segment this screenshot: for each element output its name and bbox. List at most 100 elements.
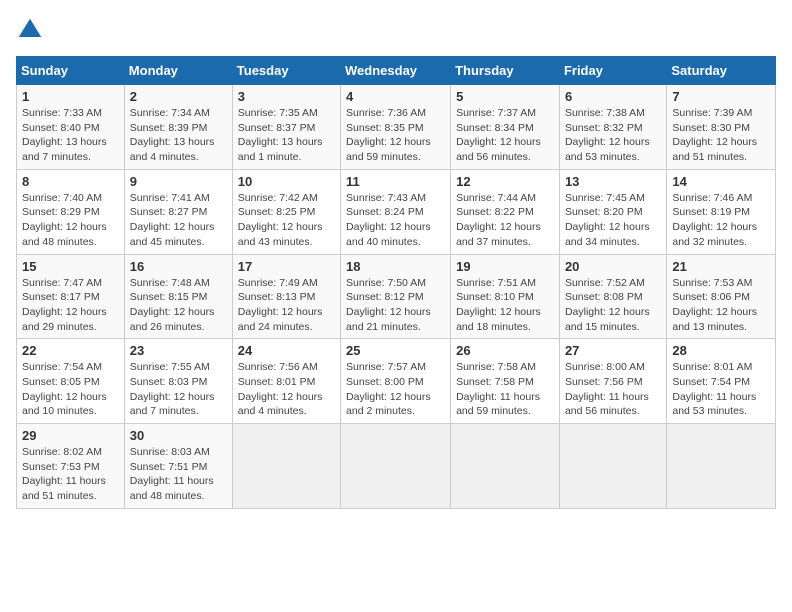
day-number: 1 xyxy=(22,89,119,104)
day-number: 17 xyxy=(238,259,335,274)
calendar-cell: 4 Sunrise: 7:36 AMSunset: 8:35 PMDayligh… xyxy=(341,85,451,170)
calendar-cell: 16 Sunrise: 7:48 AMSunset: 8:15 PMDaylig… xyxy=(124,254,232,339)
dow-header-sunday: Sunday xyxy=(17,57,125,85)
day-info: Sunrise: 7:34 AMSunset: 8:39 PMDaylight:… xyxy=(130,107,215,163)
calendar-cell xyxy=(559,424,666,509)
day-number: 29 xyxy=(22,428,119,443)
calendar-cell: 28 Sunrise: 8:01 AMSunset: 7:54 PMDaylig… xyxy=(667,339,776,424)
day-number: 5 xyxy=(456,89,554,104)
day-info: Sunrise: 8:03 AMSunset: 7:51 PMDaylight:… xyxy=(130,446,214,502)
calendar-cell: 3 Sunrise: 7:35 AMSunset: 8:37 PMDayligh… xyxy=(232,85,340,170)
day-number: 12 xyxy=(456,174,554,189)
calendar-cell: 21 Sunrise: 7:53 AMSunset: 8:06 PMDaylig… xyxy=(667,254,776,339)
calendar-cell: 14 Sunrise: 7:46 AMSunset: 8:19 PMDaylig… xyxy=(667,169,776,254)
day-number: 6 xyxy=(565,89,661,104)
day-number: 2 xyxy=(130,89,227,104)
day-info: Sunrise: 7:55 AMSunset: 8:03 PMDaylight:… xyxy=(130,361,215,417)
day-number: 13 xyxy=(565,174,661,189)
day-number: 16 xyxy=(130,259,227,274)
calendar-cell: 2 Sunrise: 7:34 AMSunset: 8:39 PMDayligh… xyxy=(124,85,232,170)
day-info: Sunrise: 7:41 AMSunset: 8:27 PMDaylight:… xyxy=(130,192,215,248)
day-number: 25 xyxy=(346,343,445,358)
calendar-body: 1 Sunrise: 7:33 AMSunset: 8:40 PMDayligh… xyxy=(17,85,776,509)
day-info: Sunrise: 7:35 AMSunset: 8:37 PMDaylight:… xyxy=(238,107,323,163)
calendar-cell: 27 Sunrise: 8:00 AMSunset: 7:56 PMDaylig… xyxy=(559,339,666,424)
calendar-cell xyxy=(341,424,451,509)
day-info: Sunrise: 8:00 AMSunset: 7:56 PMDaylight:… xyxy=(565,361,649,417)
calendar-cell: 26 Sunrise: 7:58 AMSunset: 7:58 PMDaylig… xyxy=(451,339,560,424)
calendar-cell: 9 Sunrise: 7:41 AMSunset: 8:27 PMDayligh… xyxy=(124,169,232,254)
day-number: 19 xyxy=(456,259,554,274)
calendar-cell: 29 Sunrise: 8:02 AMSunset: 7:53 PMDaylig… xyxy=(17,424,125,509)
calendar-cell: 8 Sunrise: 7:40 AMSunset: 8:29 PMDayligh… xyxy=(17,169,125,254)
day-info: Sunrise: 7:36 AMSunset: 8:35 PMDaylight:… xyxy=(346,107,431,163)
day-info: Sunrise: 7:53 AMSunset: 8:06 PMDaylight:… xyxy=(672,277,757,333)
calendar-cell: 22 Sunrise: 7:54 AMSunset: 8:05 PMDaylig… xyxy=(17,339,125,424)
week-row-2: 8 Sunrise: 7:40 AMSunset: 8:29 PMDayligh… xyxy=(17,169,776,254)
calendar-cell: 23 Sunrise: 7:55 AMSunset: 8:03 PMDaylig… xyxy=(124,339,232,424)
dow-header-monday: Monday xyxy=(124,57,232,85)
day-info: Sunrise: 7:40 AMSunset: 8:29 PMDaylight:… xyxy=(22,192,107,248)
day-number: 9 xyxy=(130,174,227,189)
day-number: 4 xyxy=(346,89,445,104)
day-number: 26 xyxy=(456,343,554,358)
day-number: 24 xyxy=(238,343,335,358)
calendar-cell: 30 Sunrise: 8:03 AMSunset: 7:51 PMDaylig… xyxy=(124,424,232,509)
day-info: Sunrise: 7:58 AMSunset: 7:58 PMDaylight:… xyxy=(456,361,540,417)
week-row-3: 15 Sunrise: 7:47 AMSunset: 8:17 PMDaylig… xyxy=(17,254,776,339)
day-info: Sunrise: 7:37 AMSunset: 8:34 PMDaylight:… xyxy=(456,107,541,163)
week-row-1: 1 Sunrise: 7:33 AMSunset: 8:40 PMDayligh… xyxy=(17,85,776,170)
calendar-cell: 7 Sunrise: 7:39 AMSunset: 8:30 PMDayligh… xyxy=(667,85,776,170)
dow-header-wednesday: Wednesday xyxy=(341,57,451,85)
calendar-cell: 5 Sunrise: 7:37 AMSunset: 8:34 PMDayligh… xyxy=(451,85,560,170)
day-info: Sunrise: 7:49 AMSunset: 8:13 PMDaylight:… xyxy=(238,277,323,333)
day-number: 21 xyxy=(672,259,770,274)
calendar-cell xyxy=(451,424,560,509)
day-info: Sunrise: 7:46 AMSunset: 8:19 PMDaylight:… xyxy=(672,192,757,248)
day-info: Sunrise: 7:57 AMSunset: 8:00 PMDaylight:… xyxy=(346,361,431,417)
day-number: 14 xyxy=(672,174,770,189)
day-number: 3 xyxy=(238,89,335,104)
calendar-cell: 24 Sunrise: 7:56 AMSunset: 8:01 PMDaylig… xyxy=(232,339,340,424)
day-number: 20 xyxy=(565,259,661,274)
logo xyxy=(16,16,48,44)
day-of-week-row: SundayMondayTuesdayWednesdayThursdayFrid… xyxy=(17,57,776,85)
day-number: 7 xyxy=(672,89,770,104)
day-info: Sunrise: 8:01 AMSunset: 7:54 PMDaylight:… xyxy=(672,361,756,417)
day-number: 22 xyxy=(22,343,119,358)
day-number: 18 xyxy=(346,259,445,274)
day-info: Sunrise: 7:56 AMSunset: 8:01 PMDaylight:… xyxy=(238,361,323,417)
day-info: Sunrise: 7:39 AMSunset: 8:30 PMDaylight:… xyxy=(672,107,757,163)
dow-header-thursday: Thursday xyxy=(451,57,560,85)
day-number: 28 xyxy=(672,343,770,358)
day-number: 27 xyxy=(565,343,661,358)
calendar-cell: 11 Sunrise: 7:43 AMSunset: 8:24 PMDaylig… xyxy=(341,169,451,254)
day-info: Sunrise: 7:50 AMSunset: 8:12 PMDaylight:… xyxy=(346,277,431,333)
page-header xyxy=(16,16,776,44)
day-info: Sunrise: 7:48 AMSunset: 8:15 PMDaylight:… xyxy=(130,277,215,333)
week-row-5: 29 Sunrise: 8:02 AMSunset: 7:53 PMDaylig… xyxy=(17,424,776,509)
calendar-cell: 19 Sunrise: 7:51 AMSunset: 8:10 PMDaylig… xyxy=(451,254,560,339)
day-number: 10 xyxy=(238,174,335,189)
calendar-cell: 13 Sunrise: 7:45 AMSunset: 8:20 PMDaylig… xyxy=(559,169,666,254)
day-info: Sunrise: 7:54 AMSunset: 8:05 PMDaylight:… xyxy=(22,361,107,417)
calendar-cell: 25 Sunrise: 7:57 AMSunset: 8:00 PMDaylig… xyxy=(341,339,451,424)
day-info: Sunrise: 7:44 AMSunset: 8:22 PMDaylight:… xyxy=(456,192,541,248)
day-number: 8 xyxy=(22,174,119,189)
calendar-cell: 6 Sunrise: 7:38 AMSunset: 8:32 PMDayligh… xyxy=(559,85,666,170)
calendar-cell: 12 Sunrise: 7:44 AMSunset: 8:22 PMDaylig… xyxy=(451,169,560,254)
calendar-cell: 1 Sunrise: 7:33 AMSunset: 8:40 PMDayligh… xyxy=(17,85,125,170)
calendar-cell xyxy=(232,424,340,509)
day-info: Sunrise: 7:45 AMSunset: 8:20 PMDaylight:… xyxy=(565,192,650,248)
day-info: Sunrise: 7:47 AMSunset: 8:17 PMDaylight:… xyxy=(22,277,107,333)
calendar-cell: 18 Sunrise: 7:50 AMSunset: 8:12 PMDaylig… xyxy=(341,254,451,339)
day-info: Sunrise: 7:38 AMSunset: 8:32 PMDaylight:… xyxy=(565,107,650,163)
calendar-cell xyxy=(667,424,776,509)
day-info: Sunrise: 7:33 AMSunset: 8:40 PMDaylight:… xyxy=(22,107,107,163)
dow-header-saturday: Saturday xyxy=(667,57,776,85)
day-info: Sunrise: 7:42 AMSunset: 8:25 PMDaylight:… xyxy=(238,192,323,248)
calendar-cell: 15 Sunrise: 7:47 AMSunset: 8:17 PMDaylig… xyxy=(17,254,125,339)
day-info: Sunrise: 7:51 AMSunset: 8:10 PMDaylight:… xyxy=(456,277,541,333)
day-number: 30 xyxy=(130,428,227,443)
day-info: Sunrise: 7:52 AMSunset: 8:08 PMDaylight:… xyxy=(565,277,650,333)
